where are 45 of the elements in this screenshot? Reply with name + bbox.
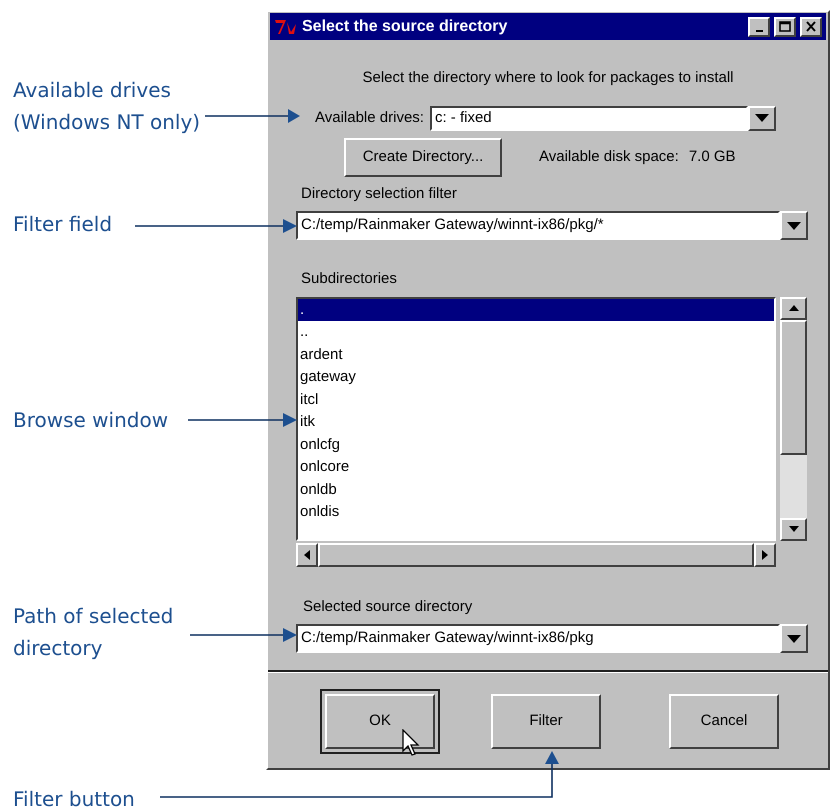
mouse-pointer-icon bbox=[402, 729, 420, 757]
callout-label: Browse window bbox=[13, 407, 168, 434]
minimize-button[interactable] bbox=[748, 16, 770, 36]
callout-label: Filter button bbox=[13, 786, 135, 810]
caret-icon bbox=[754, 114, 769, 122]
callout-label: Path of selected directory bbox=[13, 603, 174, 662]
maximize-button[interactable] bbox=[774, 16, 796, 36]
vertical-scrollbar[interactable] bbox=[780, 296, 807, 540]
directory-item[interactable]: . bbox=[298, 298, 774, 321]
disk-space-label: Available disk space: bbox=[539, 146, 679, 167]
callout-label: Available drives (Windows NT only) bbox=[13, 77, 200, 136]
disk-space-value: 7.0 GB bbox=[688, 146, 736, 167]
dialog-button[interactable]: OK bbox=[325, 694, 435, 748]
drives-label: Available drives: bbox=[315, 108, 424, 128]
scroll-arrow-button[interactable] bbox=[754, 542, 776, 566]
scroll-up-icon bbox=[788, 305, 798, 311]
selected-directory-label: Selected source directory bbox=[303, 598, 472, 614]
scroll-arrow-button[interactable] bbox=[780, 296, 807, 320]
scroll-right-icon bbox=[762, 550, 768, 560]
app-logo-icon bbox=[274, 18, 298, 36]
close-button[interactable] bbox=[800, 16, 822, 36]
scroll-arrow-button[interactable] bbox=[296, 542, 318, 566]
dropdown-button[interactable] bbox=[748, 106, 776, 130]
create-directory-button[interactable]: Create Directory... bbox=[344, 138, 502, 176]
scroll-left-icon bbox=[304, 550, 310, 560]
maximize-icon bbox=[779, 21, 791, 32]
caret-icon bbox=[787, 222, 801, 230]
dropdown-button[interactable] bbox=[780, 624, 808, 653]
dropdown-button[interactable] bbox=[780, 211, 808, 240]
scroll-down-icon bbox=[788, 526, 798, 532]
input-field[interactable]: C:/temp/Rainmaker Gateway/winnt-ix86/pkg bbox=[296, 624, 780, 653]
input-field[interactable]: c: - fixed bbox=[430, 106, 748, 130]
dialog-button[interactable]: Filter bbox=[491, 694, 601, 748]
scrollbar-thumb[interactable] bbox=[780, 320, 807, 454]
prompt-text: Select the directory where to look for packages to install bbox=[362, 69, 734, 86]
input-field[interactable]: C:/temp/Rainmaker Gateway/winnt-ix86/pkg/* bbox=[296, 211, 780, 240]
callout-label: Filter field bbox=[13, 211, 112, 238]
filter-label: Directory selection filter bbox=[301, 184, 457, 202]
minimize-icon bbox=[756, 30, 762, 32]
close-icon bbox=[805, 21, 817, 32]
subdirectories-label: Subdirectories bbox=[301, 270, 397, 287]
window-title: Select the source directory bbox=[302, 16, 508, 36]
dialog-button[interactable]: Cancel bbox=[669, 694, 779, 748]
caret-icon bbox=[787, 634, 801, 642]
scroll-arrow-button[interactable] bbox=[780, 518, 807, 540]
